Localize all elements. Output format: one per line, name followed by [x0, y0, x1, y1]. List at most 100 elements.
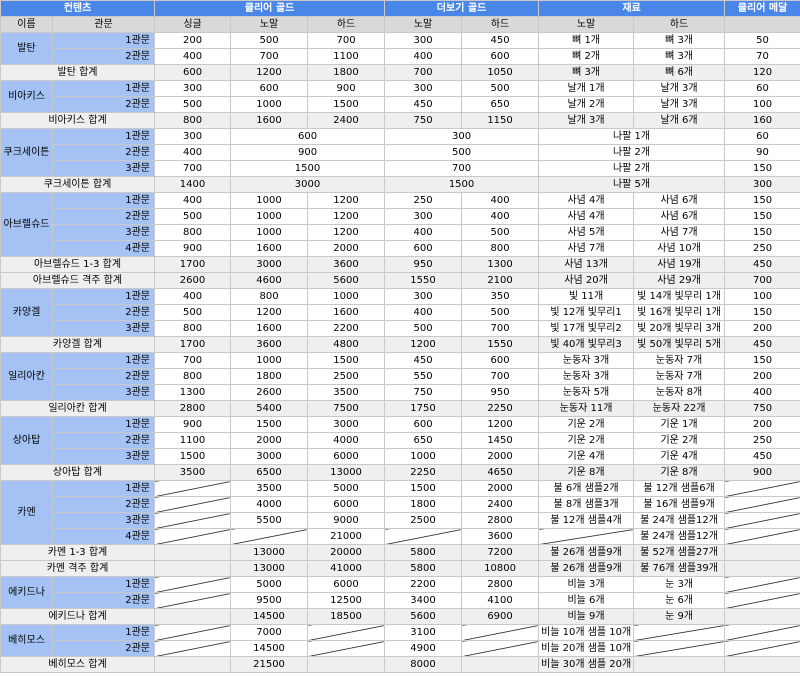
- material-hard: 날개 3개: [633, 96, 726, 113]
- single-gold: 500: [154, 304, 232, 321]
- table-row: 발탄 1관문 200 500 700 300 450 뼈 1개 뼈 3개 50: [0, 32, 800, 65]
- more-hard-gold: 400: [461, 208, 540, 225]
- material-normal: 비늘 20개 샘플 10개: [538, 640, 635, 657]
- stage-label: 1관문: [51, 624, 156, 641]
- material-hard: 뼈 6개: [633, 64, 726, 81]
- header-more-normal: 노말: [384, 16, 463, 33]
- material-hard: 날개 3개: [633, 80, 726, 97]
- material-normal: 비늘 9개: [538, 608, 635, 625]
- single-gold: 400: [154, 48, 232, 65]
- more-normal-gold: 5600: [384, 608, 463, 625]
- header-single: 싱글: [154, 16, 232, 33]
- more-normal-gold: 500: [384, 320, 463, 337]
- hard-gold: 1500: [307, 96, 386, 113]
- material-normal: 비늘 3개: [538, 576, 635, 593]
- clear-medal: 750: [724, 400, 800, 417]
- single-gold: 800: [154, 112, 232, 129]
- single-gold: 400: [154, 288, 232, 305]
- stage-label: 1관문: [51, 128, 156, 145]
- hard-gold: 1800: [307, 64, 386, 81]
- clear-medal: [724, 640, 800, 657]
- more-normal-gold: 1200: [384, 336, 463, 353]
- more-normal-gold: 300: [384, 288, 463, 305]
- stage-label: 2관문: [51, 48, 156, 65]
- hard-gold: 6000: [307, 496, 386, 513]
- more-normal-gold: 3400: [384, 592, 463, 609]
- more-hard-gold: 4100: [461, 592, 540, 609]
- clear-medal: 250: [724, 432, 800, 449]
- table-row: 3관문 5500 9000 2500 2800 불 12개 샘플4개 불 24개 샘플12개: [1, 512, 800, 529]
- clear-medal: 70: [724, 48, 800, 65]
- raid-name: 카멘: [0, 480, 53, 545]
- total-label: 발탄 합계: [0, 64, 156, 81]
- normal-gold: 3500: [230, 480, 309, 497]
- normal-gold: 1000: [230, 208, 309, 225]
- single-gold: 900: [154, 240, 232, 257]
- single-gold: 400: [154, 144, 232, 161]
- material-hard: 빛 16개 빛무리 1개: [633, 304, 726, 321]
- table-row: 2관문 14500 4900 비늘 20개 샘플 10개: [1, 640, 800, 657]
- more-normal-gold: 450: [384, 96, 463, 113]
- single-gold: [154, 512, 232, 529]
- table-row: 쿠크세이튼 1관문 300 600 300 나팔 1개 60: [0, 128, 800, 177]
- total-row: 일리아칸 합계 2800 5400 7500 1750 2250 눈동자 11개 눈동자 22…: [0, 400, 800, 417]
- header-medal-blank: [724, 16, 800, 33]
- single-gold: [154, 544, 232, 561]
- stage-label: 2관문: [51, 592, 156, 609]
- clear-medal: [724, 624, 800, 641]
- more-hard-gold: 10800: [461, 560, 540, 577]
- material-normal: 사념 13개: [538, 256, 635, 273]
- total-row: 카멘 1-3 합계 13000 20000 5800 7200 불 26개 샘플9개 불 5…: [0, 544, 800, 561]
- material-normal: 불 26개 샘플9개: [538, 544, 635, 561]
- material-normal: 사념 4개: [538, 208, 635, 225]
- header-normal: 노말: [230, 16, 309, 33]
- clear-medal: 200: [724, 368, 800, 385]
- stage-label: 2관문: [51, 368, 156, 385]
- normal-gold: 1200: [230, 304, 309, 321]
- table-body: 발탄 1관문 200 500 700 300 450 뼈 1개 뼈 3개 50 2관문 400 700 1…: [0, 32, 800, 673]
- hard-gold: 1200: [307, 224, 386, 241]
- more-normal-gold: 1750: [384, 400, 463, 417]
- normal-gold: 5500: [230, 512, 309, 529]
- single-gold: [154, 576, 232, 593]
- material-normal: 비늘 30개 샘플 20개: [538, 656, 635, 673]
- clear-medal: 900: [724, 464, 800, 481]
- clear-medal: 450: [724, 256, 800, 273]
- single-gold: 700: [154, 352, 232, 369]
- more-hard-gold: 350: [461, 288, 540, 305]
- total-row: 카멘 격주 합계 13000 41000 5800 10800 불 26개 샘플9개 불 7…: [0, 560, 800, 577]
- material-normal: 뼈 3개: [538, 64, 635, 81]
- stage-label: 4관문: [51, 528, 156, 545]
- material-normal: 사념 20개: [538, 272, 635, 289]
- single-gold: [154, 608, 232, 625]
- more-hard-gold: 950: [461, 384, 540, 401]
- more-normal-gold: 5800: [384, 560, 463, 577]
- material-normal: 눈동자 3개: [538, 352, 635, 369]
- material-hard: [633, 656, 726, 673]
- normal-gold: 1600: [230, 112, 309, 129]
- header-mat-normal: 노말: [538, 16, 635, 33]
- total-label: 카양겔 합계: [0, 336, 156, 353]
- table-row: 아브렐슈드 1관문 400 1000 1200 250 400 사념 4개 사념 6개 150: [0, 192, 800, 257]
- normal-gold: 21500: [230, 656, 309, 673]
- clear-medal: 200: [724, 416, 800, 433]
- single-gold: [154, 528, 232, 545]
- normal-gold: 2600: [230, 384, 309, 401]
- single-gold: 1100: [154, 432, 232, 449]
- stage-label: 1관문: [51, 416, 156, 433]
- more-normal-gold: 450: [384, 352, 463, 369]
- stage-label: 2관문: [51, 144, 156, 161]
- single-gold: 1500: [154, 448, 232, 465]
- clear-medal: 450: [724, 448, 800, 465]
- hard-gold: 1000: [307, 288, 386, 305]
- header-mat-hard: 하드: [633, 16, 726, 33]
- hard-gold: 900: [307, 80, 386, 97]
- clear-gold: 1500: [230, 160, 386, 177]
- table-row: 3관문 700 1500 700 나팔 2개 150: [1, 160, 800, 177]
- single-gold: 700: [154, 160, 232, 177]
- total-row: 에키드나 합계 14500 18500 5600 6900 비늘 9개 눈 9개: [0, 608, 800, 625]
- header-clear-gold: 클리어 골드: [154, 0, 386, 17]
- total-row: 베히모스 합계 21500 8000 비늘 30개 샘플 20개: [0, 656, 800, 673]
- material: 나팔 1개: [538, 128, 726, 145]
- stage-label: 1관문: [51, 352, 156, 369]
